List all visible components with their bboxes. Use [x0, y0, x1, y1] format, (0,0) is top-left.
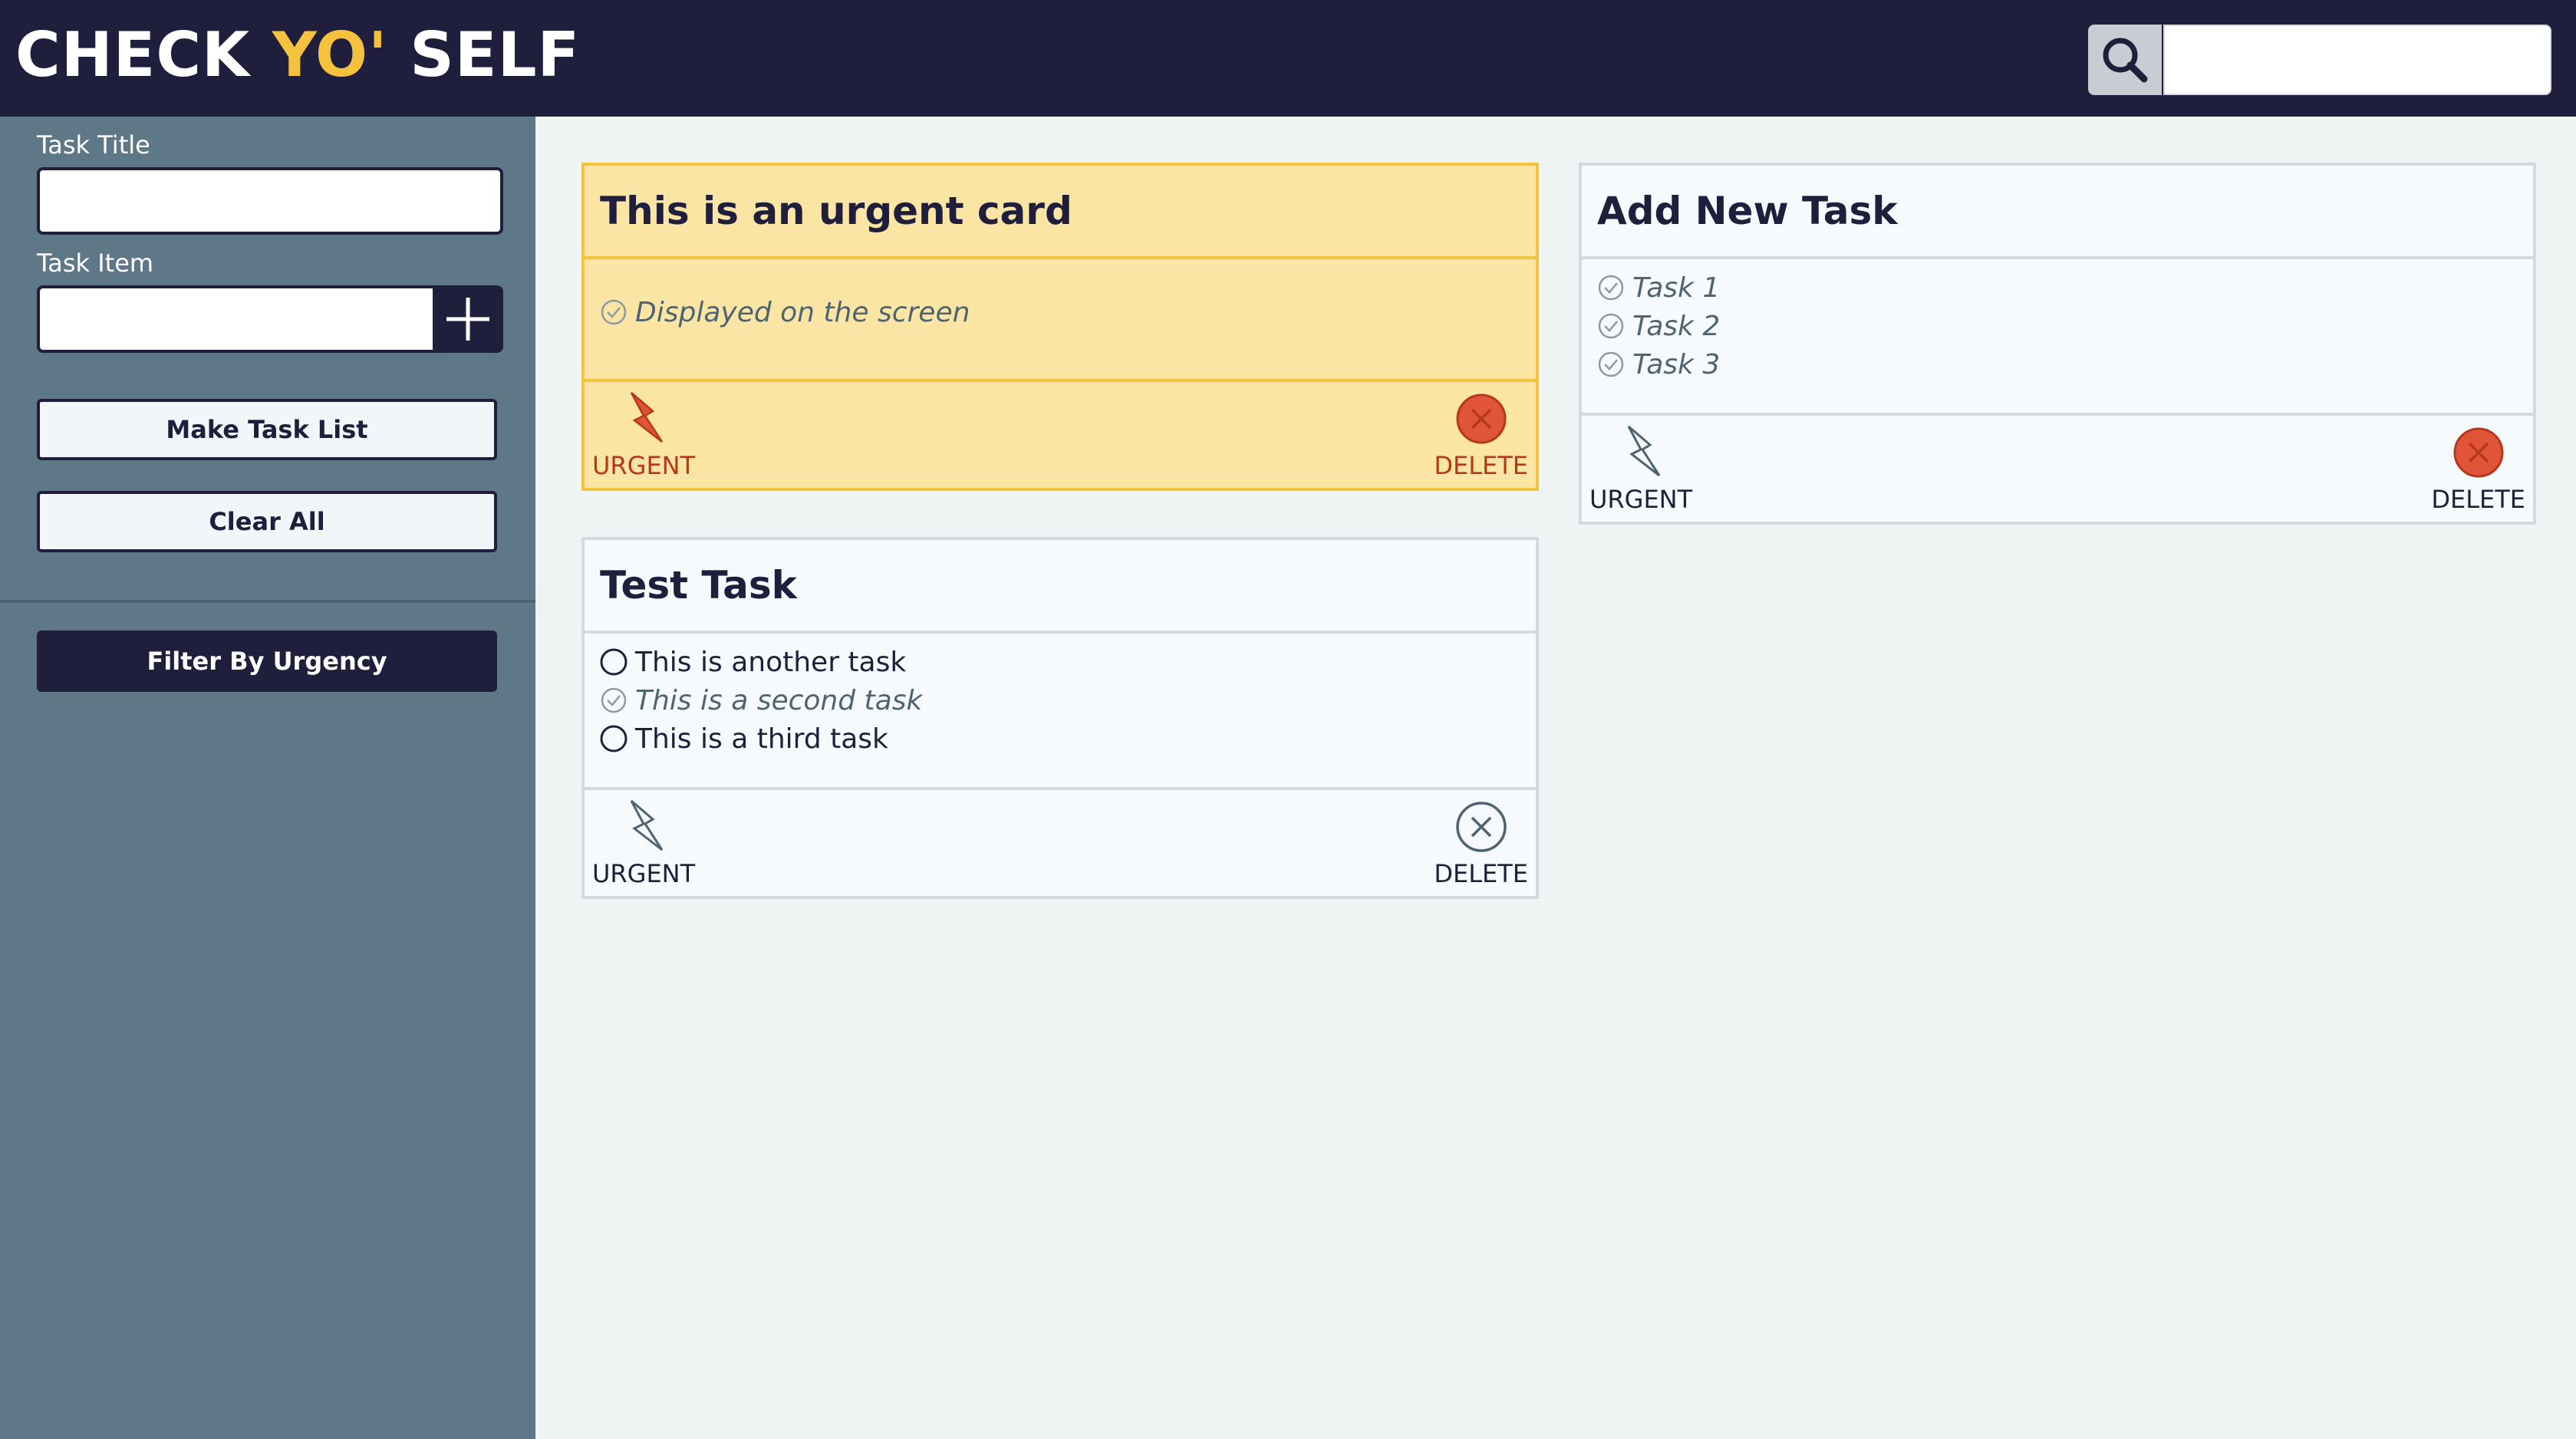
- task-item-checked[interactable]: Task 1: [1596, 268, 2533, 307]
- search-input[interactable]: [2163, 25, 2551, 95]
- task-text: This is a third task: [635, 723, 888, 755]
- search-button[interactable]: [2088, 25, 2162, 95]
- plus-icon: [446, 298, 489, 341]
- search-icon: [2103, 38, 2148, 83]
- check-circle-icon: [1596, 311, 1626, 341]
- delete-label: DELETE: [1434, 859, 1528, 888]
- logo-text-check: CHECK: [15, 19, 272, 91]
- task-title-input[interactable]: [37, 167, 503, 235]
- empty-circle-icon: [598, 647, 629, 677]
- logo-text-yo: YO': [272, 19, 388, 91]
- task-text: This is another task: [635, 646, 907, 678]
- task-item-checked[interactable]: This is a second task: [598, 681, 1536, 720]
- sidebar-divider: [0, 600, 535, 603]
- task-item-input[interactable]: [37, 285, 436, 353]
- search-bar: [2088, 25, 2551, 95]
- task-text: Displayed on the screen: [635, 296, 970, 328]
- delete-label: DELETE: [1434, 451, 1528, 480]
- card-task-list: This is another task This is a second ta…: [585, 634, 1536, 790]
- card-task-list: Task 1 Task 2 Task 3: [1582, 259, 2533, 416]
- urgent-button[interactable]: URGENT: [592, 391, 695, 480]
- task-card: Add New Task Task 1 Task 2 Task 3 URGENT: [1579, 163, 2536, 525]
- empty-circle-icon: [598, 723, 629, 754]
- card-title: Test Task: [585, 540, 1536, 634]
- task-text: Task 1: [1632, 272, 1721, 304]
- delete-button[interactable]: DELETE: [1434, 391, 1528, 480]
- task-card: Test Task This is another task This is a…: [581, 537, 1539, 899]
- filter-by-urgency-button[interactable]: Filter By Urgency: [37, 631, 497, 692]
- logo-text-self: SELF: [387, 19, 581, 91]
- check-circle-icon: [1596, 272, 1626, 303]
- sidebar: Task Title Task Item Make Task List Clea…: [0, 117, 535, 1439]
- app-header: CHECK YO' SELF: [0, 0, 2576, 117]
- add-task-item-button[interactable]: [433, 285, 503, 353]
- task-item-checked[interactable]: Displayed on the screen: [598, 293, 1536, 331]
- check-circle-icon: [598, 297, 629, 328]
- clear-all-button[interactable]: Clear All: [37, 491, 497, 552]
- urgent-label: URGENT: [1589, 485, 1693, 514]
- task-text: This is a second task: [635, 684, 923, 716]
- task-item-label: Task Item: [37, 249, 154, 278]
- task-card-urgent: This is an urgent card Displayed on the …: [581, 163, 1539, 491]
- check-circle-icon: [1596, 349, 1626, 380]
- task-item[interactable]: This is another task: [598, 643, 1536, 681]
- task-text: Task 2: [1632, 310, 1721, 342]
- card-footer: URGENT DELETE: [585, 790, 1536, 896]
- make-task-list-button[interactable]: Make Task List: [37, 399, 497, 460]
- lightning-icon: [616, 799, 671, 855]
- delete-circle-icon: [1454, 799, 1509, 855]
- card-title: This is an urgent card: [585, 166, 1536, 259]
- task-text: Task 3: [1632, 348, 1721, 380]
- urgent-label: URGENT: [592, 451, 696, 480]
- lightning-icon: [616, 391, 671, 446]
- delete-circle-icon: [1454, 391, 1509, 446]
- task-title-label: Task Title: [37, 130, 150, 160]
- card-footer: URGENT DELETE: [1582, 416, 2533, 522]
- urgent-button[interactable]: URGENT: [592, 799, 695, 888]
- task-item[interactable]: This is a third task: [598, 720, 1536, 758]
- delete-button[interactable]: DELETE: [1434, 799, 1528, 888]
- delete-circle-icon: [2451, 425, 2506, 480]
- card-title: Add New Task: [1582, 166, 2533, 259]
- check-circle-icon: [598, 685, 629, 716]
- card-task-list: Displayed on the screen: [585, 259, 1536, 382]
- urgent-button[interactable]: URGENT: [1589, 425, 1692, 514]
- app-logo: CHECK YO' SELF: [15, 17, 580, 94]
- delete-button[interactable]: DELETE: [2431, 425, 2525, 514]
- lightning-icon: [1613, 425, 1668, 480]
- task-item-checked[interactable]: Task 3: [1596, 345, 2533, 384]
- delete-label: DELETE: [2431, 485, 2525, 514]
- task-item-checked[interactable]: Task 2: [1596, 307, 2533, 345]
- card-footer: URGENT DELETE: [585, 382, 1536, 488]
- urgent-label: URGENT: [592, 859, 696, 888]
